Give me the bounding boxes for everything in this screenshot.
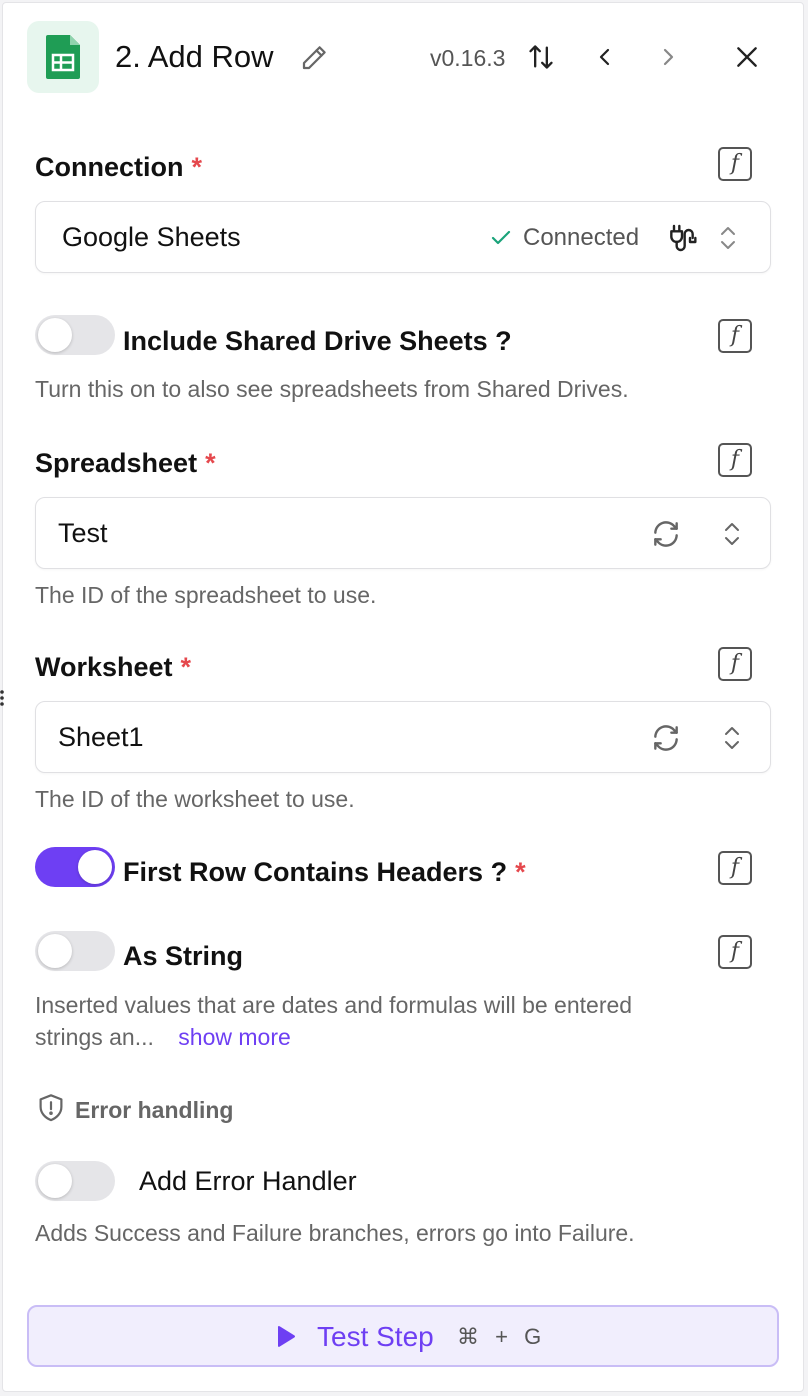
error-handling-heading: Error handling: [75, 1097, 234, 1123]
shield-alert-icon: [37, 1093, 65, 1123]
refresh-icon[interactable]: [650, 518, 682, 550]
formula-toggle-as-string[interactable]: f: [718, 935, 752, 969]
formula-toggle-shared-drive[interactable]: f: [718, 319, 752, 353]
as-string-hint-line2: strings an... show more: [35, 1021, 291, 1053]
connection-value: Google Sheets: [62, 222, 241, 252]
function-icon: f: [730, 855, 740, 880]
panel-resize-handle[interactable]: [0, 686, 6, 710]
check-icon: [491, 230, 511, 245]
edit-pencil-icon[interactable]: [299, 43, 329, 73]
function-icon: f: [730, 939, 740, 964]
connection-select[interactable]: Google Sheets Connected: [35, 201, 771, 273]
previous-step-button[interactable]: [589, 41, 621, 73]
toggle-knob: [38, 318, 72, 352]
worksheet-value: Sheet1: [58, 722, 144, 752]
worksheet-label: Worksheet *: [35, 649, 191, 685]
toggle-knob: [78, 850, 112, 884]
spreadsheet-label-text: Spreadsheet: [35, 448, 198, 478]
function-icon: f: [730, 323, 740, 348]
error-handler-toggle[interactable]: [35, 1161, 115, 1201]
formula-toggle-worksheet[interactable]: f: [718, 647, 752, 681]
spreadsheet-value: Test: [58, 518, 108, 548]
required-marker: *: [205, 448, 216, 478]
toggle-knob: [38, 1164, 72, 1198]
first-row-headers-label: First Row Contains Headers ? *: [123, 854, 526, 890]
first-row-headers-label-text: First Row Contains Headers ?: [123, 857, 508, 887]
play-icon: [278, 1325, 296, 1347]
show-more-link[interactable]: show more: [178, 1024, 290, 1050]
toggle-knob: [38, 934, 72, 968]
connection-status: Connected: [523, 224, 640, 251]
swap-version-icon[interactable]: [525, 41, 557, 73]
shared-drive-label: Include Shared Drive Sheets ?: [123, 326, 512, 356]
required-marker: *: [191, 152, 203, 182]
function-icon: f: [730, 651, 740, 676]
chevron-up-down-icon: [716, 222, 740, 254]
close-icon: [737, 47, 757, 67]
shared-drive-hint: Turn this on to also see spreadsheets fr…: [35, 376, 629, 402]
formula-toggle-spreadsheet[interactable]: f: [718, 443, 752, 477]
required-marker: *: [515, 857, 526, 887]
first-row-headers-toggle[interactable]: [35, 847, 115, 887]
connection-label: Connection *: [35, 149, 202, 185]
error-handler-hint: Adds Success and Failure branches, error…: [35, 1220, 635, 1246]
connection-label-text: Connection: [35, 152, 184, 182]
test-step-label: Test Step: [317, 1321, 434, 1352]
reconnect-plug-icon[interactable]: [666, 222, 698, 254]
step-settings-panel: 2. Add Row v0.16.3 Connection * f Google …: [2, 2, 804, 1392]
as-string-hint-line1: Inserted values that are dates and formu…: [35, 992, 633, 1018]
close-button[interactable]: [731, 41, 763, 73]
worksheet-hint: The ID of the worksheet to use.: [35, 786, 355, 812]
next-step-button[interactable]: [652, 41, 684, 73]
chevron-left-icon: [599, 48, 610, 66]
google-sheets-icon: [27, 21, 99, 93]
shortcut-key: G: [524, 1324, 542, 1349]
version-label: v0.16.3: [430, 45, 506, 71]
as-string-hint-text: strings an...: [35, 1024, 154, 1050]
shortcut-hint: ⌘ + G: [457, 1323, 541, 1351]
worksheet-label-text: Worksheet: [35, 652, 173, 682]
as-string-label: As String: [123, 941, 244, 971]
spreadsheet-label: Spreadsheet *: [35, 445, 216, 481]
function-icon: f: [730, 447, 740, 472]
chevron-right-icon: [663, 48, 674, 66]
shortcut-plus: +: [495, 1324, 508, 1349]
command-key-icon: ⌘: [457, 1324, 479, 1349]
formula-toggle-first-row[interactable]: f: [718, 851, 752, 885]
function-icon: f: [730, 151, 740, 176]
chevron-up-down-icon: [720, 518, 744, 550]
formula-toggle-connection[interactable]: f: [718, 147, 752, 181]
error-handler-label: Add Error Handler: [139, 1166, 357, 1196]
required-marker: *: [180, 652, 192, 682]
spreadsheet-select[interactable]: Test: [35, 497, 771, 569]
chevron-up-down-icon: [720, 722, 744, 754]
test-step-button[interactable]: Test Step ⌘ + G: [27, 1305, 779, 1367]
step-title: 2. Add Row: [115, 39, 274, 74]
shared-drive-toggle[interactable]: [35, 315, 115, 355]
spreadsheet-hint: The ID of the spreadsheet to use.: [35, 582, 377, 608]
as-string-toggle[interactable]: [35, 931, 115, 971]
worksheet-select[interactable]: Sheet1: [35, 701, 771, 773]
refresh-icon[interactable]: [650, 722, 682, 754]
